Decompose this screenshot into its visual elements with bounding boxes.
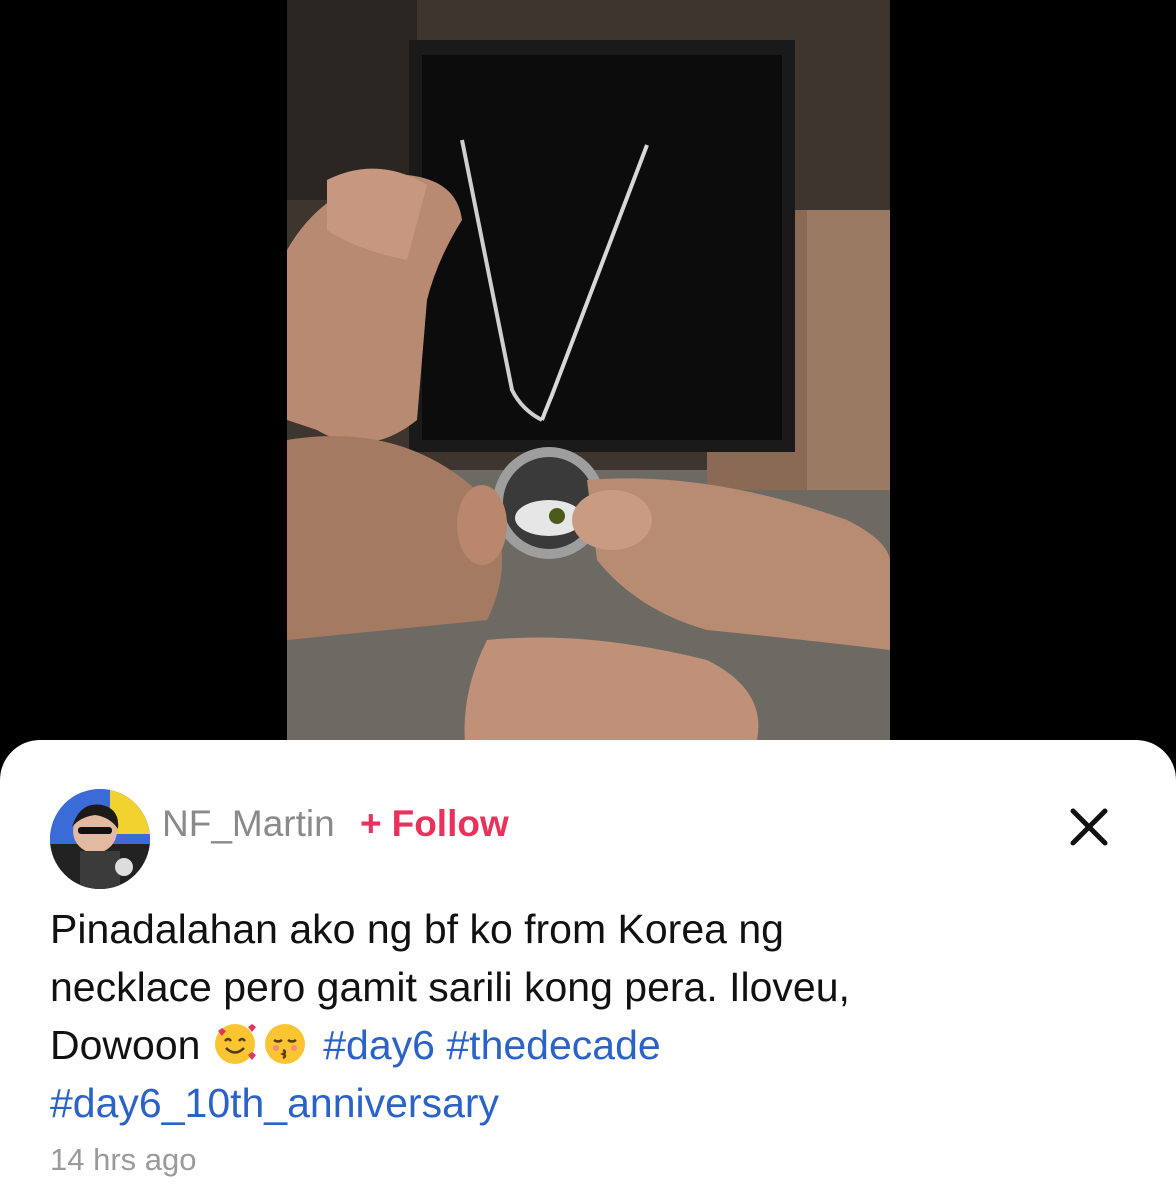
caption-text: Dowoon [50, 1022, 201, 1068]
smiling-face-with-hearts-icon [214, 1024, 256, 1064]
video-background [0, 0, 1176, 760]
caption-line: Pinadalahan ako ng bf ko from Korea ng [50, 906, 784, 952]
follow-plus: + [360, 803, 382, 844]
post-timestamp: 14 hrs ago [50, 1142, 197, 1177]
hashtag-link[interactable]: #thedecade [446, 1022, 660, 1068]
caption-line: #day6_10th_anniversary [50, 1074, 1130, 1132]
avatar-image [50, 789, 150, 889]
post-video[interactable] [287, 0, 890, 760]
username[interactable]: NF_Martin [162, 802, 335, 846]
close-button[interactable] [1062, 800, 1116, 854]
caption-line: Dowoon #day6 #thedecade [50, 1016, 1130, 1074]
caption-line: necklace pero gamit sarili kong pera. Il… [50, 964, 850, 1010]
hashtag-link[interactable]: #day6 [323, 1022, 435, 1068]
follow-label: Follow [391, 803, 509, 844]
kissing-face-with-closed-eyes-icon [264, 1024, 305, 1064]
close-icon [1070, 808, 1108, 846]
avatar[interactable] [50, 789, 150, 889]
hashtag-link[interactable]: #day6_10th_anniversary [50, 1080, 499, 1126]
post-caption: Pinadalahan ako ng bf ko from Korea ng n… [50, 900, 1130, 1132]
necklace-photo [287, 0, 890, 760]
post-detail-sheet: NF_Martin + Follow Pinadalahan ako ng bf … [0, 740, 1176, 1200]
follow-button[interactable]: + Follow [360, 802, 509, 846]
